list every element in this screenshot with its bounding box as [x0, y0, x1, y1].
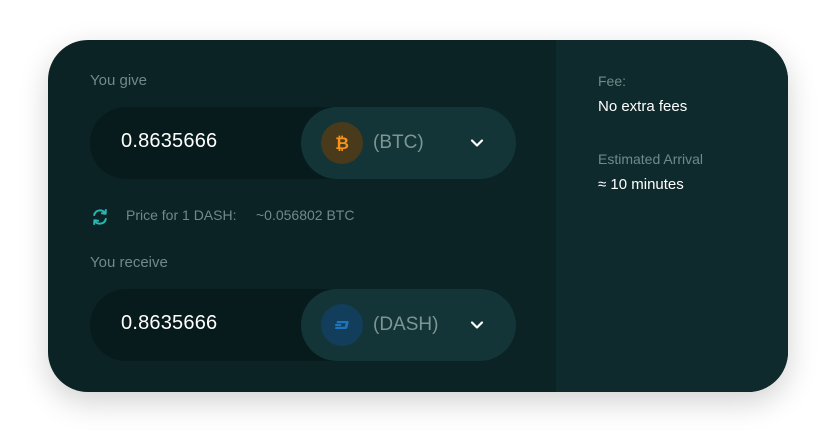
swap-icon[interactable] — [90, 207, 110, 232]
rate-value: ~0.056802 BTC — [256, 207, 355, 223]
give-amount-input[interactable]: 0.8635666 — [121, 130, 217, 153]
info-panel: Fee: No extra fees Estimated Arrival ≈ 1… — [556, 40, 788, 392]
give-currency-selector[interactable]: ₿ (BTC) — [301, 107, 516, 179]
dash-icon — [321, 304, 363, 346]
receive-currency-selector[interactable]: (DASH) — [301, 289, 516, 361]
eta-label: Estimated Arrival — [598, 151, 704, 167]
chevron-down-icon[interactable] — [469, 317, 485, 338]
bitcoin-icon: ₿ — [321, 122, 363, 164]
give-field: 0.8635666 ₿ (BTC) — [90, 107, 516, 179]
svg-text:₿: ₿ — [335, 134, 349, 154]
fee-label: Fee: — [598, 73, 627, 89]
rate-label: Price for 1 DASH: — [126, 207, 237, 223]
exchange-card: You give 0.8635666 ₿ (BTC) Price for 1 D… — [48, 40, 788, 392]
eta-value: ≈ 10 minutes — [598, 176, 684, 193]
give-ticker: (BTC) — [373, 132, 424, 153]
chevron-down-icon[interactable] — [469, 135, 485, 156]
receive-label: You receive — [90, 254, 168, 271]
receive-ticker: (DASH) — [373, 314, 439, 335]
receive-amount-input[interactable]: 0.8635666 — [121, 312, 217, 335]
fee-value: No extra fees — [598, 98, 688, 115]
give-label: You give — [90, 72, 147, 89]
receive-field: 0.8635666 (DASH) — [90, 289, 516, 361]
